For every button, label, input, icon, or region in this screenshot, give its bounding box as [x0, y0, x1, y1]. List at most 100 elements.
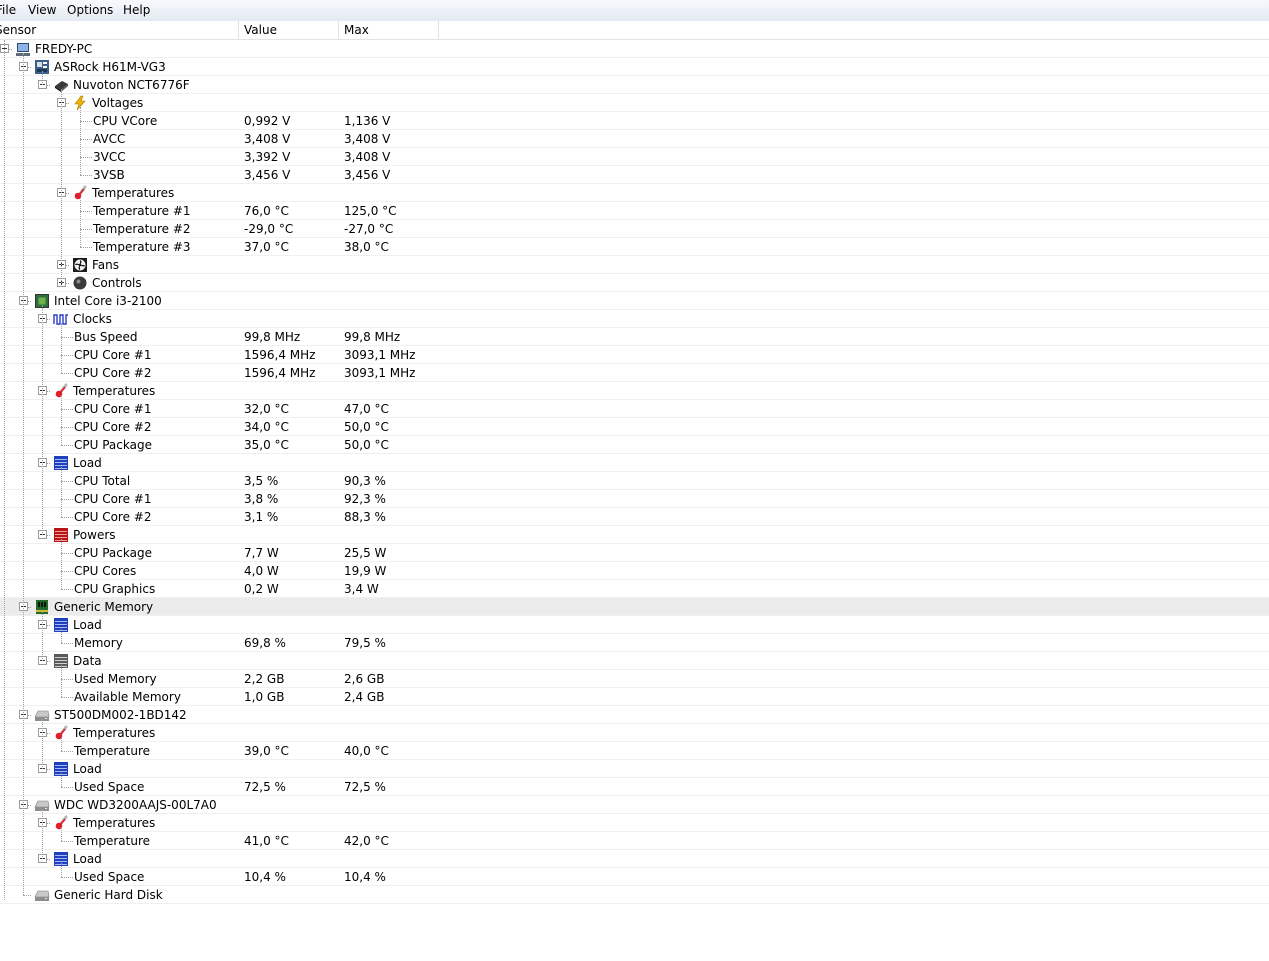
sensor-row[interactable]: Used Memory 2,2 GB 2,6 GB [0, 670, 1269, 688]
tree-node[interactable]: FREDY-PC [0, 40, 1269, 58]
row-value: 3,392 V [244, 150, 291, 164]
tree-connector [61, 589, 73, 590]
menu-view[interactable]: View [28, 3, 56, 17]
sensor-row[interactable]: Used Space 10,4 % 10,4 % [0, 868, 1269, 886]
row-label: Nuvoton NCT6776F [73, 78, 190, 92]
row-label: ST500DM002-1BD142 [54, 708, 187, 722]
row-max: 25,5 W [344, 546, 387, 560]
tree-node[interactable]: Data [0, 652, 1269, 670]
row-value: 41,0 °C [244, 834, 289, 848]
row-value: 35,0 °C [244, 438, 289, 452]
tree-node[interactable]: Temperatures [0, 724, 1269, 742]
column-divider[interactable] [338, 21, 339, 39]
sensor-row[interactable]: AVCC 3,408 V 3,408 V [0, 130, 1269, 148]
row-label: CPU Core #2 [74, 510, 152, 524]
sensor-row[interactable]: Temperature 41,0 °C 42,0 °C [0, 832, 1269, 850]
row-label: Fans [92, 258, 120, 272]
tree-node[interactable]: ASRock H61M-VG3 [0, 58, 1269, 76]
tree-node[interactable]: Powers [0, 526, 1269, 544]
row-value: 99,8 MHz [244, 330, 301, 344]
menu-help[interactable]: Help [123, 3, 150, 17]
row-value: 3,8 % [244, 492, 279, 506]
tree-guide [61, 395, 62, 445]
menu-options[interactable]: Options [67, 3, 113, 17]
row-value: 3,5 % [244, 474, 279, 488]
sensor-row[interactable]: CPU Core #2 34,0 °C 50,0 °C [0, 418, 1269, 436]
sensor-row[interactable]: CPU Graphics 0,2 W 3,4 W [0, 580, 1269, 598]
sensor-row[interactable]: Temperature #1 76,0 °C 125,0 °C [0, 202, 1269, 220]
sensor-row[interactable]: CPU Core #2 1596,4 MHz 3093,1 MHz [0, 364, 1269, 382]
tree-node[interactable]: Fans [0, 256, 1269, 274]
row-label: Available Memory [74, 690, 181, 704]
tree-node[interactable]: Load [0, 850, 1269, 868]
tree-connector [61, 877, 73, 878]
sensor-row[interactable]: CPU VCore 0,992 V 1,136 V [0, 112, 1269, 130]
row-label: Bus Speed [74, 330, 138, 344]
tree-node[interactable]: Load [0, 760, 1269, 778]
sensor-row[interactable]: CPU Core #2 3,1 % 88,3 % [0, 508, 1269, 526]
tree-connector [61, 751, 73, 752]
tree-node[interactable]: Voltages [0, 94, 1269, 112]
row-max: 47,0 °C [344, 402, 389, 416]
menu-file[interactable]: File [0, 3, 16, 17]
column-value[interactable]: Value [244, 23, 277, 37]
row-value: 3,408 V [244, 132, 291, 146]
row-value: 1596,4 MHz [244, 366, 316, 380]
sensor-row[interactable]: Temperature #2 -29,0 °C -27,0 °C [0, 220, 1269, 238]
tree-guide [61, 665, 62, 697]
sensor-row[interactable]: CPU Package 35,0 °C 50,0 °C [0, 436, 1269, 454]
row-label: CPU Package [74, 546, 152, 560]
tree-node[interactable]: Controls [0, 274, 1269, 292]
tree-node[interactable]: Intel Core i3-2100 [0, 292, 1269, 310]
tree-node[interactable]: Generic Hard Disk [0, 886, 1269, 904]
sensor-row[interactable]: CPU Cores 4,0 W 19,9 W [0, 562, 1269, 580]
column-header: Sensor Value Max [0, 21, 1269, 40]
row-label: CPU Core #2 [74, 366, 152, 380]
tree-node[interactable]: Nuvoton NCT6776F [0, 76, 1269, 94]
tree-connector [61, 787, 73, 788]
row-label: Load [73, 456, 102, 470]
sensor-row[interactable]: Available Memory 1,0 GB 2,4 GB [0, 688, 1269, 706]
sensor-row[interactable]: 3VCC 3,392 V 3,408 V [0, 148, 1269, 166]
tree-connector [61, 445, 73, 446]
sensor-row[interactable]: Bus Speed 99,8 MHz 99,8 MHz [0, 328, 1269, 346]
sensor-row[interactable]: CPU Core #1 3,8 % 92,3 % [0, 490, 1269, 508]
tree-guide [42, 719, 43, 769]
column-sensor[interactable]: Sensor [0, 23, 36, 37]
tree-node[interactable]: Temperatures [0, 184, 1269, 202]
row-value: 76,0 °C [244, 204, 289, 218]
tree-guide [42, 305, 43, 535]
row-label: Load [73, 852, 102, 866]
column-divider[interactable] [438, 21, 439, 39]
row-label: Used Space [74, 780, 145, 794]
sensor-row[interactable]: CPU Package 7,7 W 25,5 W [0, 544, 1269, 562]
sensor-row[interactable]: 3VSB 3,456 V 3,456 V [0, 166, 1269, 184]
tree-node[interactable]: Temperatures [0, 814, 1269, 832]
tree-connector [61, 697, 73, 698]
tree-node[interactable]: Clocks [0, 310, 1269, 328]
tree-node[interactable]: ST500DM002-1BD142 [0, 706, 1269, 724]
tree-node[interactable]: WDC WD3200AAJS-00L7A0 [0, 796, 1269, 814]
tree-node[interactable]: Load [0, 616, 1269, 634]
row-max: 1,136 V [344, 114, 391, 128]
sensor-row[interactable]: Temperature #3 37,0 °C 38,0 °C [0, 238, 1269, 256]
tree-connector [80, 121, 92, 122]
tree-node[interactable]: Temperatures [0, 382, 1269, 400]
sensor-row[interactable]: CPU Core #1 1596,4 MHz 3093,1 MHz [0, 346, 1269, 364]
tree-connector [80, 157, 92, 158]
tree-node[interactable]: Generic Memory [0, 598, 1269, 616]
row-max: 50,0 °C [344, 420, 389, 434]
row-value: 3,456 V [244, 168, 291, 182]
row-max: 3093,1 MHz [344, 366, 416, 380]
row-label: CPU Cores [74, 564, 137, 578]
tree-node[interactable]: Load [0, 454, 1269, 472]
row-value: 39,0 °C [244, 744, 289, 758]
sensor-row[interactable]: CPU Total 3,5 % 90,3 % [0, 472, 1269, 490]
sensor-row[interactable]: Memory 69,8 % 79,5 % [0, 634, 1269, 652]
column-max[interactable]: Max [344, 23, 369, 37]
sensor-row[interactable]: Temperature 39,0 °C 40,0 °C [0, 742, 1269, 760]
sensor-row[interactable]: Used Space 72,5 % 72,5 % [0, 778, 1269, 796]
sensor-row[interactable]: CPU Core #1 32,0 °C 47,0 °C [0, 400, 1269, 418]
column-divider[interactable] [238, 21, 239, 39]
row-label: Temperatures [73, 726, 156, 740]
